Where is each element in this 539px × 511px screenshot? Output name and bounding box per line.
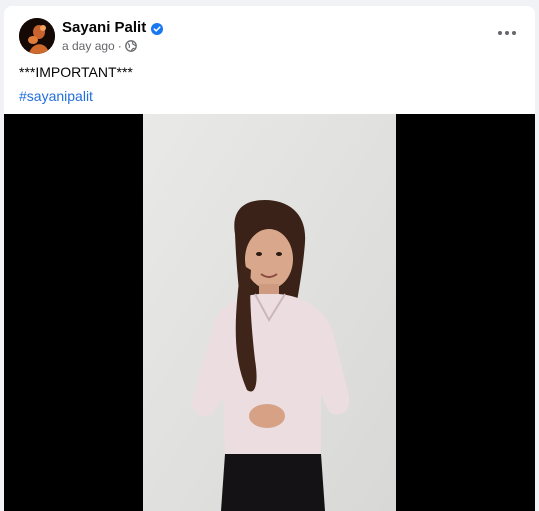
- profile-photo-icon: [19, 18, 55, 54]
- author-avatar[interactable]: [19, 18, 55, 54]
- post-video[interactable]: [4, 114, 535, 511]
- globe-icon[interactable]: [124, 40, 137, 52]
- more-options-icon: [498, 31, 516, 35]
- author-row: Sayani Palit: [62, 19, 164, 36]
- post-meta: a day ago ·: [62, 39, 137, 53]
- more-options-button[interactable]: [493, 22, 521, 44]
- author-name[interactable]: Sayani Palit: [62, 19, 146, 36]
- post-text: ***IMPORTANT***: [19, 64, 133, 80]
- post-card: Sayani Palit a day ago · ***IMPORTANT***…: [4, 6, 535, 511]
- hashtag-link[interactable]: #sayanipalit: [19, 88, 93, 104]
- verified-badge-icon: [151, 22, 164, 35]
- meta-separator: ·: [117, 39, 122, 53]
- post-timestamp[interactable]: a day ago: [62, 39, 115, 53]
- video-frame: [143, 114, 396, 511]
- video-still-icon: [143, 114, 396, 511]
- post-header: Sayani Palit a day ago ·: [4, 6, 535, 66]
